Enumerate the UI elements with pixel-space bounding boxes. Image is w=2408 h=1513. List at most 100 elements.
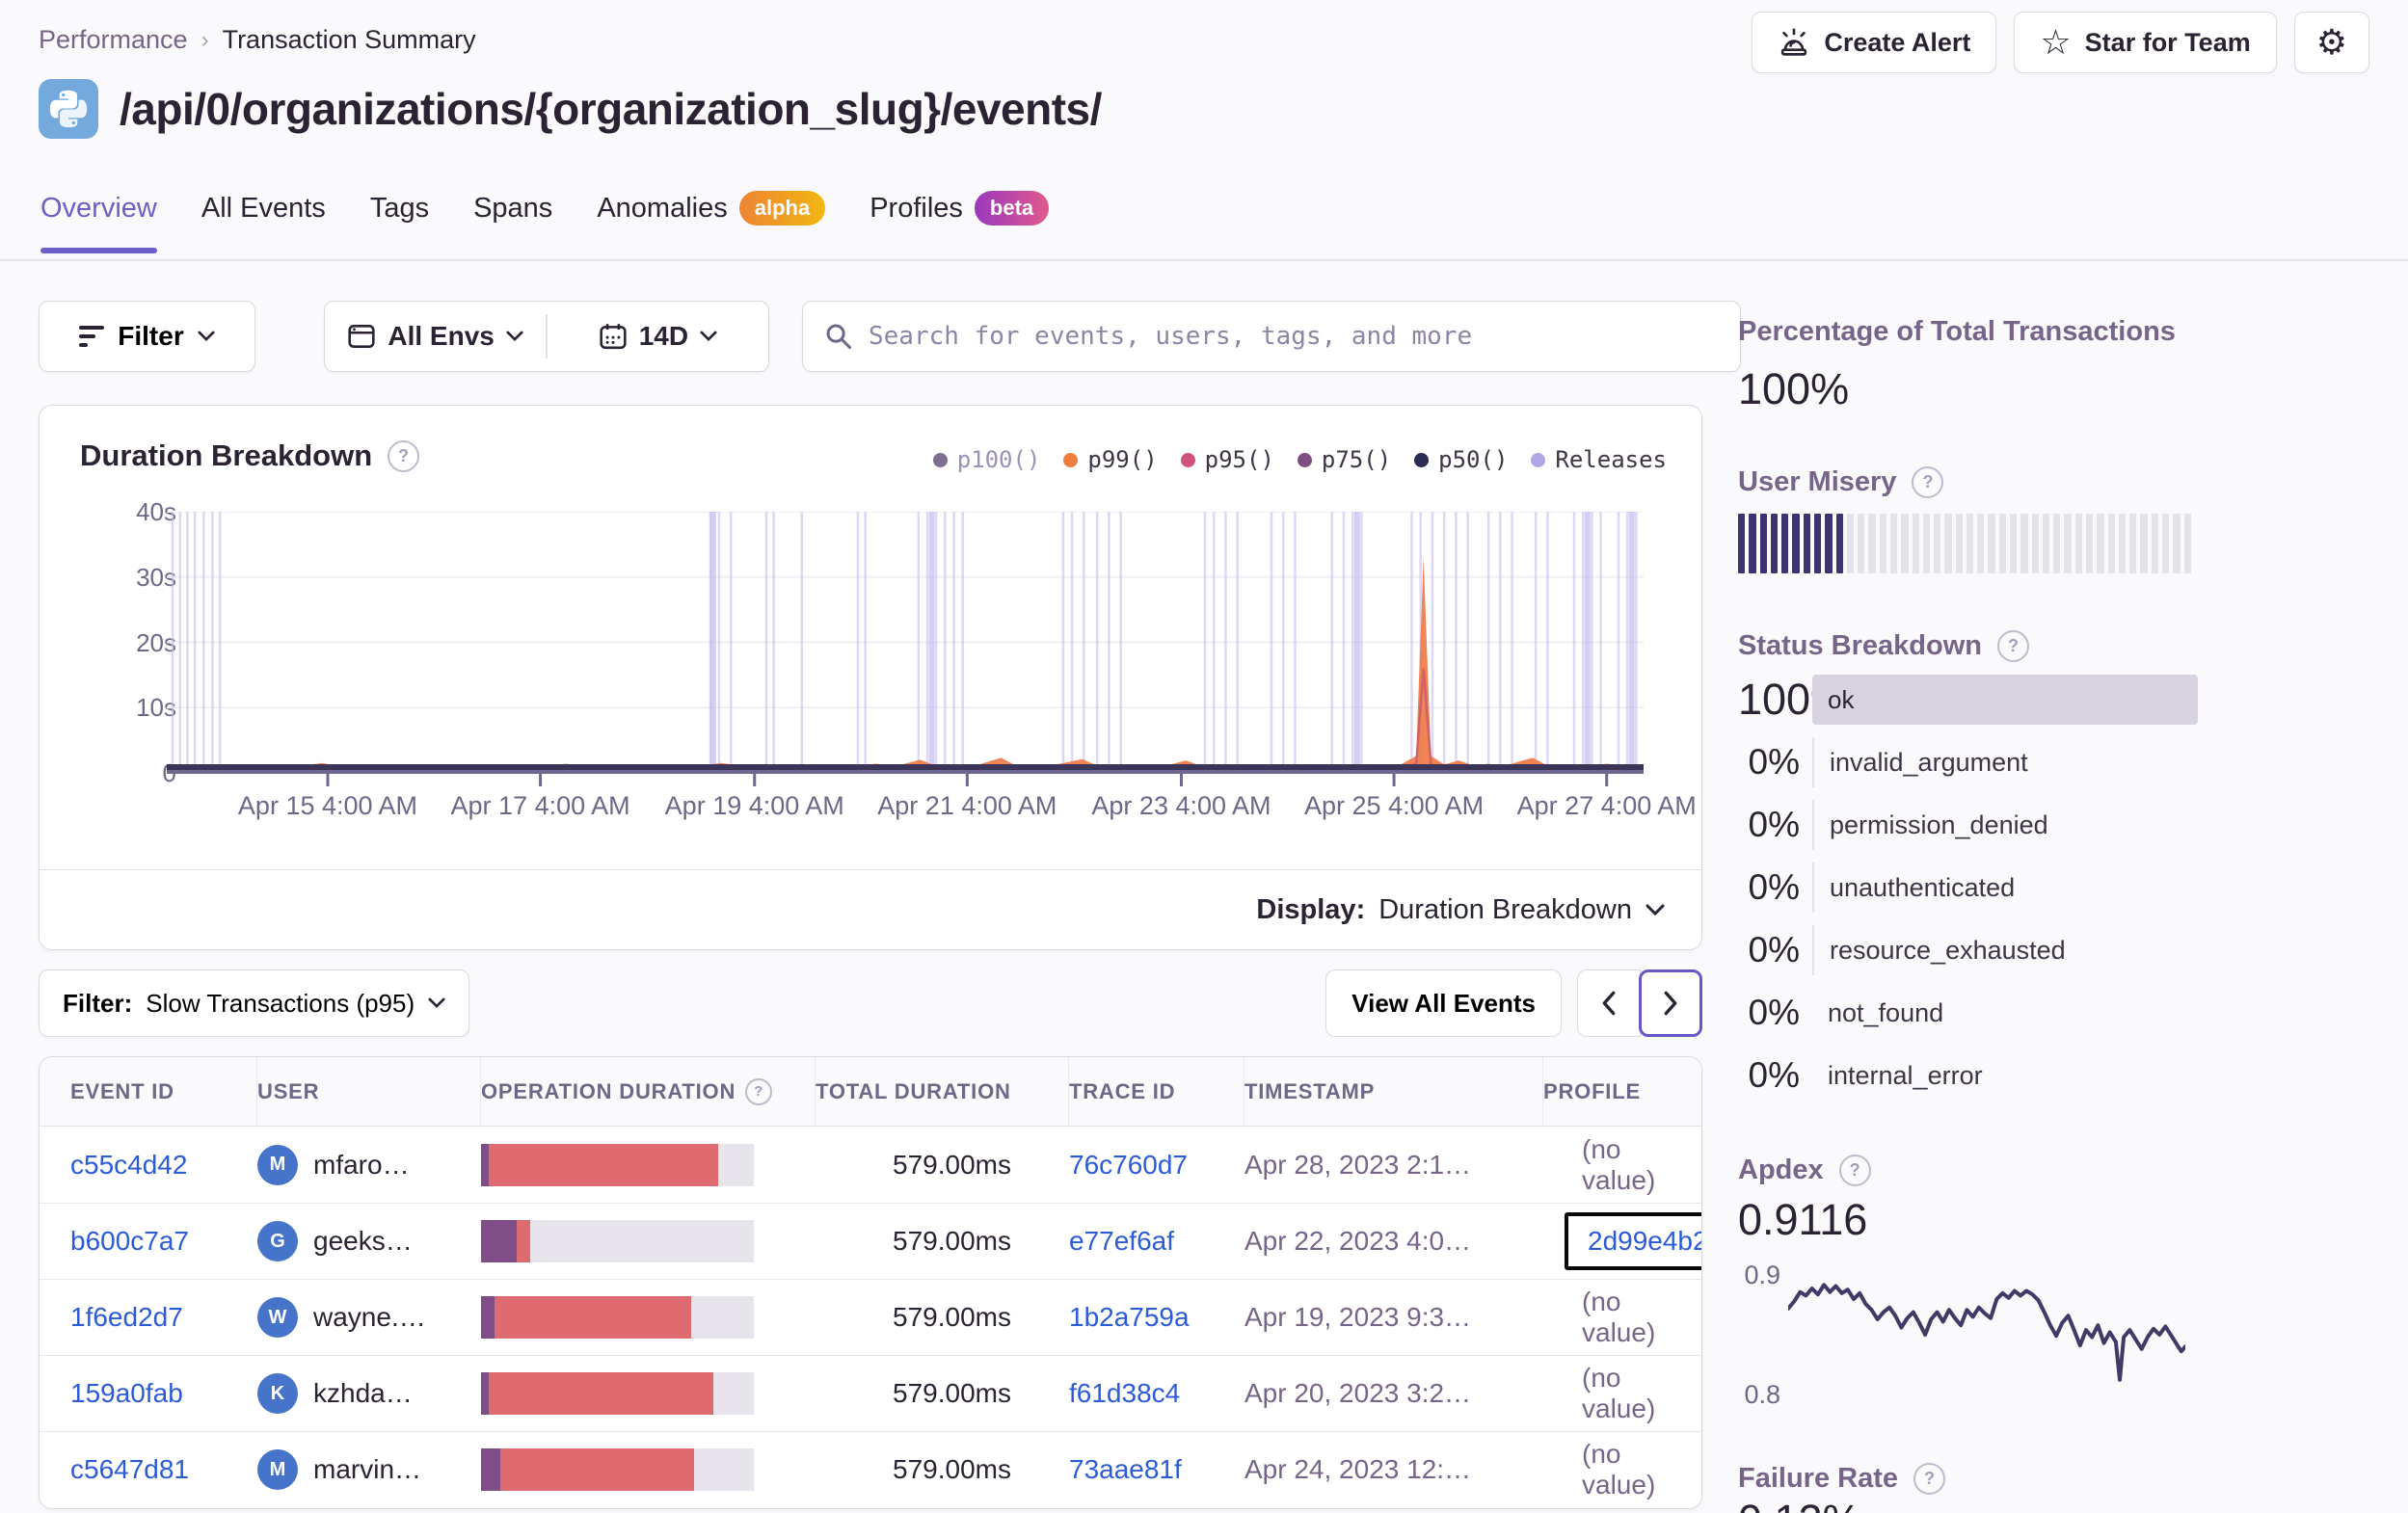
avatar: M — [257, 1449, 298, 1490]
help-icon[interactable]: ? — [745, 1077, 773, 1105]
previous-page-button[interactable] — [1577, 969, 1641, 1037]
status-label: permission_denied — [1830, 810, 2048, 839]
column-header-label: TOTAL DURATION — [816, 1078, 1011, 1103]
duration-breakdown-chart[interactable] — [167, 512, 1644, 789]
alpha-badge: alpha — [738, 191, 826, 226]
column-header-timestamp[interactable]: TIMESTAMP — [1244, 1057, 1543, 1126]
trace-id-link[interactable]: 76c760d7 — [1069, 1150, 1188, 1180]
legend-label: p75() — [1321, 446, 1392, 473]
environment-label: All Envs — [388, 321, 495, 351]
timestamp-cell: Apr 22, 2023 4:0… — [1244, 1226, 1472, 1256]
bar-segment-p75 — [481, 1372, 490, 1415]
status-body: invalid_argument — [1812, 737, 2198, 787]
legend-dot-icon — [1414, 452, 1430, 467]
tab-anomalies[interactable]: Anomalies alpha — [597, 191, 826, 254]
operation-duration-bar[interactable] — [481, 1220, 754, 1262]
misery-segment — [2042, 514, 2050, 573]
misery-segment — [2173, 514, 2181, 573]
help-icon[interactable]: ? — [1997, 630, 2029, 662]
column-header-profile[interactable]: PROFILE — [1543, 1057, 1701, 1126]
legend-item-p99[interactable]: p99() — [1063, 446, 1158, 473]
tab-all-events[interactable]: All Events — [201, 193, 326, 253]
misery-segment — [2151, 514, 2158, 573]
profile-link[interactable]: 2d99e4b2 — [1588, 1226, 1701, 1257]
legend-item-Releases[interactable]: Releases — [1531, 446, 1667, 473]
event-id-link[interactable]: c5647d81 — [70, 1454, 189, 1484]
misery-segment — [2053, 514, 2061, 573]
transactions-filter-dropdown[interactable]: Filter: Slow Transactions (p95) — [39, 969, 470, 1037]
status-row-resource_exhausted: 0% resource_exhausted — [1738, 925, 2198, 975]
status-body: permission_denied — [1812, 800, 2198, 850]
user-cell: Ggeeks… — [257, 1221, 481, 1261]
status-body: internal_error — [1812, 1050, 2198, 1101]
trace-id-link[interactable]: 1b2a759a — [1069, 1302, 1190, 1332]
view-all-events-button[interactable]: View All Events — [1325, 969, 1562, 1037]
trace-id-link[interactable]: e77ef6af — [1069, 1226, 1174, 1256]
operation-duration-bar[interactable] — [481, 1296, 754, 1339]
failure-rate-label: Failure Rate — [1738, 1463, 1898, 1494]
environment-dropdown[interactable]: All Envs — [325, 302, 546, 371]
create-alert-button[interactable]: Create Alert — [1752, 12, 1997, 73]
tab-profiles[interactable]: Profiles beta — [870, 191, 1050, 254]
trace-id-link[interactable]: f61d38c4 — [1069, 1378, 1180, 1408]
help-icon[interactable]: ? — [388, 439, 420, 472]
tab-label: Profiles — [870, 192, 963, 224]
filter-dropdown-button[interactable]: Filter — [39, 301, 255, 372]
settings-button[interactable]: ⚙ — [2293, 12, 2369, 73]
timestamp-cell: Apr 19, 2023 9:3… — [1244, 1302, 1472, 1332]
x-tick-label: Apr 27 4:00 AM — [1516, 791, 1697, 820]
legend-item-p75[interactable]: p75() — [1297, 446, 1392, 473]
operation-duration-bar[interactable] — [481, 1143, 754, 1186]
breadcrumb-performance[interactable]: Performance — [39, 25, 188, 55]
operation-duration-cell — [481, 1296, 816, 1339]
legend-item-p95[interactable]: p95() — [1180, 446, 1274, 473]
misery-segment — [2020, 514, 2028, 573]
bar-segment-p95 — [495, 1296, 691, 1339]
misery-segment — [1868, 514, 1876, 573]
column-header-user[interactable]: USER — [257, 1057, 481, 1126]
status-percent: 100% — [1738, 675, 1850, 724]
column-header-total-duration[interactable]: TOTAL DURATION — [816, 1057, 1069, 1126]
username: mfaro… — [313, 1149, 410, 1180]
search-input[interactable]: Search for events, users, tags, and more — [802, 301, 1741, 372]
trace-id-link[interactable]: 73aae81f — [1069, 1454, 1182, 1484]
chevron-down-icon[interactable] — [1645, 904, 1665, 916]
legend-label: p99() — [1087, 446, 1158, 473]
window-icon — [348, 325, 375, 348]
help-icon[interactable]: ? — [1913, 1463, 1945, 1495]
misery-segment — [2010, 514, 2018, 573]
event-id-link[interactable]: 159a0fab — [70, 1378, 183, 1408]
event-id-cell: 159a0fab — [70, 1378, 257, 1409]
event-id-link[interactable]: 1f6ed2d7 — [70, 1302, 183, 1332]
bar-segment-p95 — [489, 1372, 713, 1415]
column-header-trace-id[interactable]: TRACE ID — [1069, 1057, 1244, 1126]
tab-spans[interactable]: Spans — [473, 193, 552, 253]
column-header-operation-duration[interactable]: OPERATION DURATION? — [481, 1057, 816, 1126]
date-range-dropdown[interactable]: 14D — [548, 302, 768, 371]
operation-duration-bar[interactable] — [481, 1448, 754, 1491]
tab-tags[interactable]: Tags — [370, 193, 429, 253]
legend-item-p100[interactable]: p100() — [932, 446, 1040, 473]
column-header-event-id[interactable]: EVENT ID — [70, 1057, 257, 1126]
event-id-link[interactable]: b600c7a7 — [70, 1226, 189, 1256]
help-icon[interactable]: ? — [1838, 1155, 1871, 1186]
display-value-dropdown[interactable]: Duration Breakdown — [1378, 894, 1632, 926]
misery-segment — [1944, 514, 1952, 573]
status-label: invalid_argument — [1830, 747, 2028, 777]
misery-segment — [2118, 514, 2127, 573]
breadcrumb: Performance › Transaction Summary — [39, 25, 476, 55]
legend-label: p50() — [1438, 446, 1509, 473]
x-tick-label: Apr 21 4:00 AM — [877, 791, 1057, 820]
event-id-link[interactable]: c55c4d42 — [70, 1150, 187, 1180]
operation-duration-bar[interactable] — [481, 1372, 754, 1415]
star-for-team-button[interactable]: ☆ Star for Team — [2014, 12, 2277, 73]
help-icon[interactable]: ? — [1912, 466, 1944, 498]
legend-item-p50[interactable]: p50() — [1414, 446, 1508, 473]
user-cell: Mmfaro… — [257, 1144, 481, 1185]
profile-cell: (no value) — [1582, 1439, 1656, 1500]
tab-overview[interactable]: Overview — [40, 193, 157, 253]
table-body: c55c4d42 Mmfaro… 579.00ms 76c760d7 Apr 28, 2… — [40, 1127, 1701, 1507]
status-label: resource_exhausted — [1830, 935, 2066, 965]
next-page-button[interactable] — [1639, 969, 1702, 1037]
bar-segment-p95 — [499, 1448, 694, 1491]
